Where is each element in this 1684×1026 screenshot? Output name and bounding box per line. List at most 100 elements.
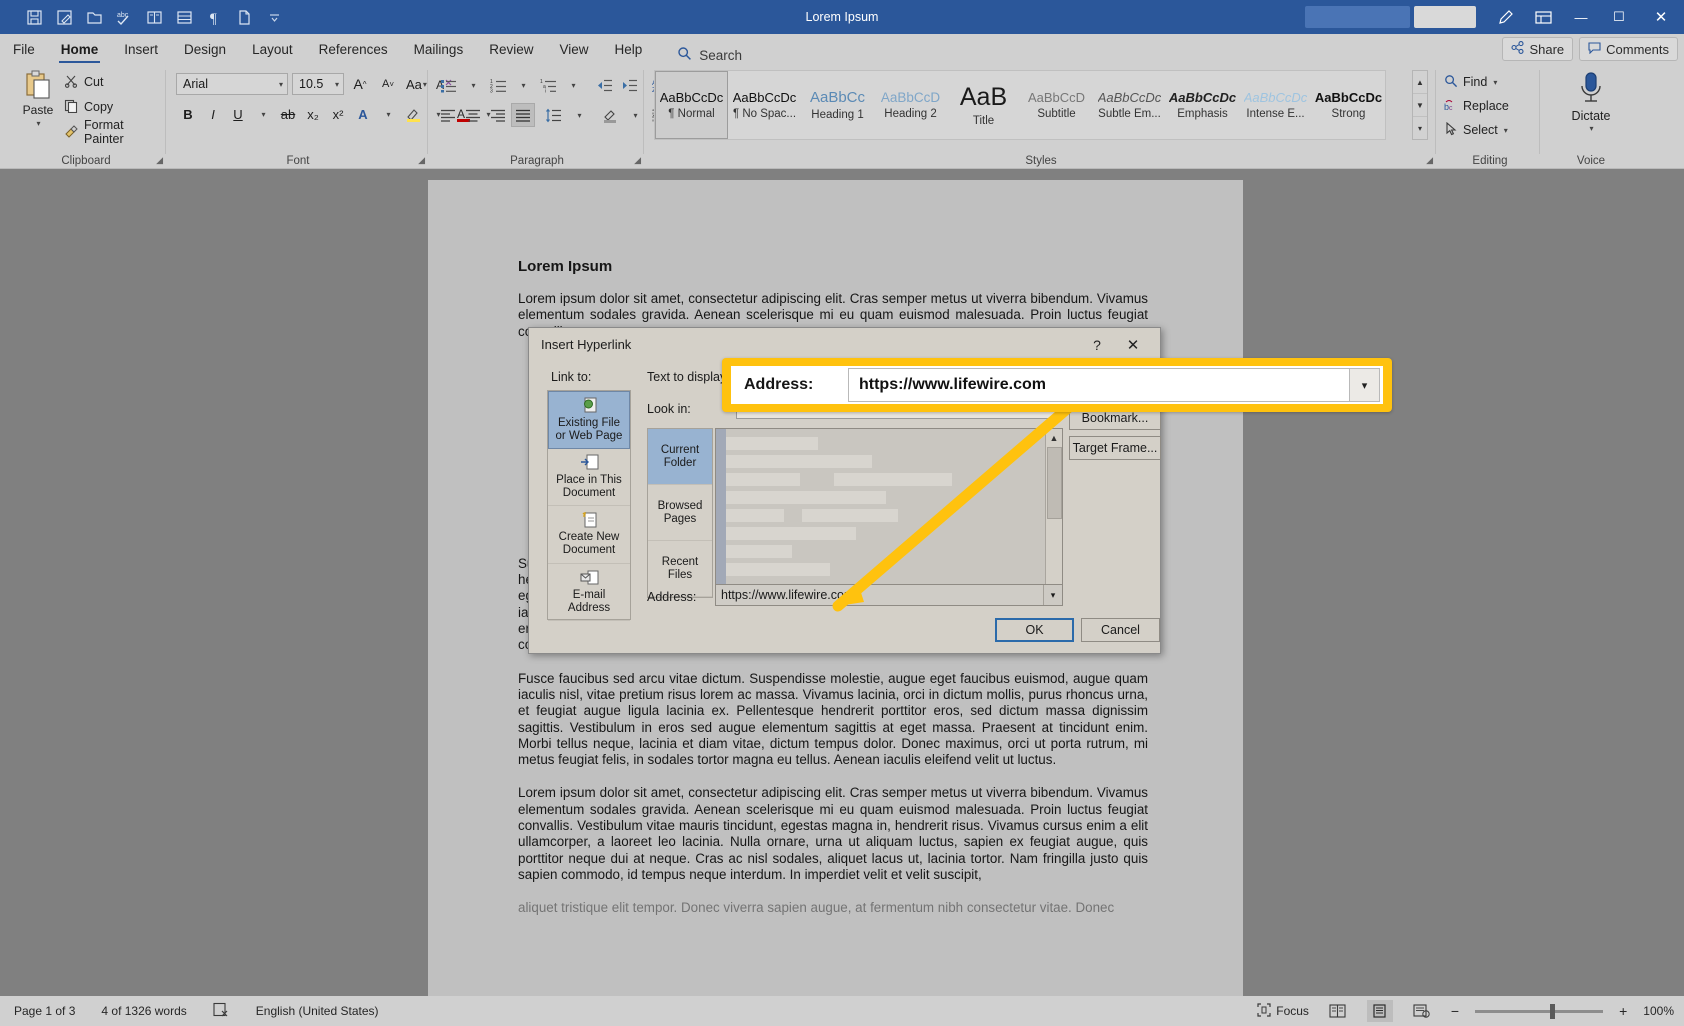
styles-scroll-up-icon[interactable]: ▲ — [1413, 71, 1427, 94]
tab-review[interactable]: Review — [476, 34, 546, 64]
tab-help[interactable]: Help — [602, 34, 656, 64]
text-highlight-button[interactable] — [401, 102, 425, 126]
spelling-check-icon[interactable]: abc — [110, 4, 138, 30]
styles-scroll-down-icon[interactable]: ▼ — [1413, 94, 1427, 117]
format-painter-button[interactable]: Format Painter — [64, 118, 166, 146]
callout-address-input[interactable]: https://www.lifewire.com ▾ — [848, 368, 1380, 402]
styles-scrollbar[interactable]: ▲ ▼ ▾ — [1412, 70, 1428, 140]
bullets-button[interactable] — [436, 73, 460, 97]
copy-button[interactable]: Copy — [64, 97, 113, 117]
underline-chevron-down-icon[interactable]: ▾ — [251, 102, 275, 126]
titlebar-account-placeholder[interactable] — [1414, 6, 1476, 28]
paragraph-mark-icon[interactable]: ¶ — [200, 4, 228, 30]
style-item-emphasis[interactable]: AaBbCcDc Emphasis — [1166, 71, 1239, 139]
open-icon[interactable] — [80, 4, 108, 30]
link-to-item-0[interactable]: Existing File or Web Page — [548, 391, 630, 449]
close-button[interactable]: ✕ — [1638, 0, 1684, 34]
paragraph-dialog-launcher[interactable]: ◢ — [634, 155, 641, 166]
search-box[interactable]: Search — [677, 46, 742, 64]
browse-item-1[interactable]: Browsed Pages — [648, 485, 712, 541]
superscript-button[interactable]: x² — [326, 102, 350, 126]
select-chevron-down-icon[interactable]: ▾ — [1504, 126, 1508, 135]
underline-button[interactable]: U — [226, 102, 250, 126]
style-item-title[interactable]: AaB Title — [947, 71, 1020, 139]
scroll-up-icon[interactable]: ▲ — [1046, 429, 1063, 446]
font-name-combo[interactable]: Arial ▾ — [176, 73, 288, 95]
numbering-button[interactable]: 123 — [486, 73, 510, 97]
style-item-heading-2[interactable]: AaBbCcD Heading 2 — [874, 71, 947, 139]
select-button[interactable]: Select ▾ — [1444, 120, 1508, 140]
paste-chevron-down-icon[interactable]: ▾ — [36, 119, 40, 128]
text-effects-chevron-down-icon[interactable]: ▾ — [376, 102, 400, 126]
file-list-scrollbar[interactable]: ▲ ▼ — [1045, 429, 1062, 597]
maximize-button[interactable]: ☐ — [1600, 0, 1638, 34]
focus-button[interactable]: Focus — [1257, 1002, 1309, 1020]
tab-insert[interactable]: Insert — [111, 34, 171, 64]
align-right-button[interactable] — [486, 103, 510, 127]
clipboard-dialog-launcher[interactable]: ◢ — [156, 155, 163, 166]
ok-button[interactable]: OK — [995, 618, 1074, 642]
style-item-subtitle[interactable]: AaBbCcD Subtitle — [1020, 71, 1093, 139]
pen-icon[interactable] — [1486, 0, 1524, 34]
style-item-intense-e[interactable]: AaBbCcDc Intense E... — [1239, 71, 1312, 139]
new-document-icon[interactable] — [230, 4, 258, 30]
multilevel-list-button[interactable]: 1ai — [536, 73, 560, 97]
bold-button[interactable]: B — [176, 102, 200, 126]
dictate-button[interactable]: Dictate ▾ — [1562, 70, 1620, 133]
scroll-thumb[interactable] — [1047, 447, 1062, 519]
paste-button[interactable]: Paste ▾ — [14, 69, 62, 147]
text-effects-button[interactable]: A — [351, 102, 375, 126]
line-spacing-chevron-down-icon[interactable]: ▾ — [567, 103, 591, 127]
styles-gallery[interactable]: AaBbCcDc ¶ Normal AaBbCcDc ¶ No Spac... AaBb… — [654, 70, 1386, 140]
zoom-in-button[interactable]: + — [1619, 1003, 1627, 1019]
change-case-button[interactable]: Aa ▾ — [404, 72, 429, 96]
subscript-button[interactable]: x₂ — [301, 102, 325, 126]
styles-dialog-launcher[interactable]: ◢ — [1426, 155, 1433, 166]
decrease-indent-button[interactable] — [592, 73, 616, 97]
font-dialog-launcher[interactable]: ◢ — [418, 155, 425, 166]
address-chevron-down-icon[interactable]: ▾ — [1043, 585, 1062, 605]
align-center-button[interactable] — [461, 103, 485, 127]
strikethrough-button[interactable]: ab — [276, 102, 300, 126]
numbering-chevron-down-icon[interactable]: ▾ — [511, 73, 535, 97]
dictate-chevron-down-icon[interactable]: ▾ — [1589, 124, 1593, 133]
browse-item-2[interactable]: Recent Files — [648, 541, 712, 597]
word-count[interactable]: 4 of 1326 words — [101, 1004, 186, 1018]
styles-more-icon[interactable]: ▾ — [1413, 117, 1427, 139]
style-item-strong[interactable]: AaBbCcDc Strong — [1312, 71, 1385, 139]
address-input[interactable]: https://www.lifewire.com ▾ — [715, 584, 1063, 606]
tab-references[interactable]: References — [306, 34, 401, 64]
comments-button[interactable]: Comments — [1579, 37, 1678, 61]
cancel-button[interactable]: Cancel — [1081, 618, 1160, 642]
page-info[interactable]: Page 1 of 3 — [14, 1004, 75, 1018]
zoom-level[interactable]: 100% — [1643, 1004, 1674, 1018]
bullets-chevron-down-icon[interactable]: ▾ — [461, 73, 485, 97]
proofing-errors-icon[interactable] — [213, 1002, 230, 1020]
zoom-slider[interactable] — [1475, 1003, 1604, 1019]
style-item-subtle-em[interactable]: AaBbCcDc Subtle Em... — [1093, 71, 1166, 139]
tab-file[interactable]: File — [0, 34, 48, 64]
find-chevron-down-icon[interactable]: ▾ — [1493, 78, 1497, 87]
align-left-button[interactable] — [436, 103, 460, 127]
save-icon[interactable] — [20, 4, 48, 30]
link-to-item-1[interactable]: Place in This Document — [548, 449, 630, 506]
table-icon[interactable] — [170, 4, 198, 30]
dialog-close-button[interactable]: ✕ — [1120, 334, 1146, 356]
tab-design[interactable]: Design — [171, 34, 239, 64]
target-frame-button[interactable]: Target Frame... — [1069, 436, 1161, 460]
find-button[interactable]: Find ▾ — [1444, 72, 1497, 92]
tab-mailings[interactable]: Mailings — [401, 34, 477, 64]
zoom-slider-thumb[interactable] — [1550, 1003, 1556, 1019]
read-mode-icon[interactable] — [1325, 1000, 1351, 1022]
tab-view[interactable]: View — [546, 34, 601, 64]
tab-home[interactable]: Home — [48, 34, 112, 64]
titlebar-search-placeholder[interactable] — [1305, 6, 1410, 28]
line-spacing-button[interactable] — [542, 103, 566, 127]
style-item-no-spac[interactable]: AaBbCcDc ¶ No Spac... — [728, 71, 801, 139]
chevron-down-icon[interactable]: ▾ — [1349, 369, 1379, 401]
file-list[interactable]: ▲ ▼ — [715, 428, 1063, 598]
link-to-panel[interactable]: Existing File or Web Page Place in This Doc… — [547, 390, 631, 621]
print-preview-icon[interactable] — [140, 4, 168, 30]
language-indicator[interactable]: English (United States) — [256, 1004, 379, 1018]
multilevel-chevron-down-icon[interactable]: ▾ — [561, 73, 585, 97]
